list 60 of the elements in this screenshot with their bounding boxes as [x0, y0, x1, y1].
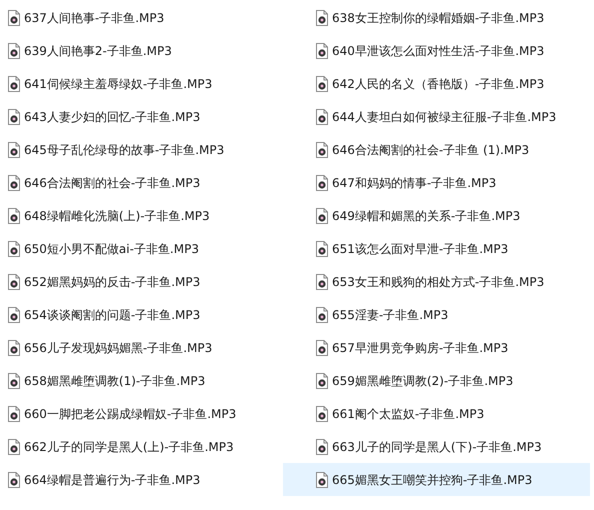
file-item[interactable]: 647和妈妈的情事-子非鱼.MP3 — [283, 166, 590, 199]
file-item[interactable]: 654谈谈阉割的问题-子非鱼.MP3 — [0, 298, 283, 331]
audio-file-icon — [8, 108, 20, 124]
audio-file-icon — [316, 306, 328, 322]
audio-file-icon — [8, 372, 20, 388]
file-item[interactable]: 638女王控制你的绿帽婚姻-子非鱼.MP3 — [283, 1, 590, 34]
audio-file-icon — [316, 142, 328, 158]
audio-file-icon — [316, 372, 328, 388]
audio-file-icon — [316, 340, 328, 356]
audio-file-icon — [316, 174, 328, 190]
audio-file-icon — [8, 76, 20, 92]
file-item[interactable]: 665媚黑女王嘲笑并控狗-子非鱼.MP3 — [283, 463, 590, 496]
audio-file-icon — [8, 306, 20, 322]
file-item[interactable]: 646合法阉割的社会-子非鱼.MP3 — [0, 166, 283, 199]
file-item[interactable]: 642人民的名义（香艳版）-子非鱼.MP3 — [283, 67, 590, 100]
audio-file-icon — [8, 42, 20, 58]
file-item[interactable]: 644人妻坦白如何被绿主征服-子非鱼.MP3 — [283, 100, 590, 133]
audio-file-icon — [8, 240, 20, 256]
file-item[interactable]: 648绿帽雌化洗脑(上)-子非鱼.MP3 — [0, 199, 283, 232]
audio-file-icon — [316, 472, 328, 488]
file-item[interactable]: 653女王和贱狗的相处方式-子非鱼.MP3 — [283, 265, 590, 298]
audio-file-icon — [316, 42, 328, 58]
audio-file-icon — [8, 406, 20, 422]
file-item[interactable]: 659媚黑雌堕调教(2)-子非鱼.MP3 — [283, 364, 590, 397]
audio-file-icon — [8, 472, 20, 488]
audio-file-icon — [316, 406, 328, 422]
file-item[interactable]: 646合法阉割的社会-子非鱼 (1).MP3 — [283, 133, 590, 166]
file-item[interactable]: 662儿子的同学是黑人(上)-子非鱼.MP3 — [0, 430, 283, 463]
audio-file-icon — [316, 274, 328, 290]
file-item[interactable]: 649绿帽和媚黑的关系-子非鱼.MP3 — [283, 199, 590, 232]
file-item[interactable]: 641伺候绿主羞辱绿奴-子非鱼.MP3 — [0, 67, 283, 100]
file-item[interactable]: 664绿帽是普遍行为-子非鱼.MP3 — [0, 463, 283, 496]
file-item[interactable]: 640早泄该怎么面对性生活-子非鱼.MP3 — [283, 34, 590, 67]
file-item[interactable]: 651该怎么面对早泄-子非鱼.MP3 — [283, 232, 590, 265]
file-item[interactable]: 639人间艳事2-子非鱼.MP3 — [0, 34, 283, 67]
audio-file-icon — [8, 340, 20, 356]
file-item[interactable]: 650短小男不配做ai-子非鱼.MP3 — [0, 232, 283, 265]
audio-file-icon — [8, 274, 20, 290]
audio-file-icon — [8, 438, 20, 454]
audio-file-icon — [8, 142, 20, 158]
file-item[interactable]: 637人间艳事-子非鱼.MP3 — [0, 1, 283, 34]
audio-file-icon — [8, 208, 20, 224]
file-item[interactable]: 645母子乱伦绿母的故事-子非鱼.MP3 — [0, 133, 283, 166]
file-item[interactable]: 655淫妻-子非鱼.MP3 — [283, 298, 590, 331]
file-item[interactable]: 661阉个太监奴-子非鱼.MP3 — [283, 397, 590, 430]
file-item[interactable]: 658媚黑雌堕调教(1)-子非鱼.MP3 — [0, 364, 283, 397]
file-item[interactable]: 663儿子的同学是黑人(下)-子非鱼.MP3 — [283, 430, 590, 463]
audio-file-icon — [316, 240, 328, 256]
audio-file-icon — [316, 438, 328, 454]
audio-file-icon — [316, 76, 328, 92]
file-item[interactable]: 657早泄男竞争购房-子非鱼.MP3 — [283, 331, 590, 364]
file-item[interactable]: 652媚黑妈妈的反击-子非鱼.MP3 — [0, 265, 283, 298]
audio-file-icon — [8, 174, 20, 190]
audio-file-icon — [316, 10, 328, 26]
file-item[interactable]: 656儿子发现妈妈媚黑-子非鱼.MP3 — [0, 331, 283, 364]
audio-file-icon — [8, 10, 20, 26]
file-item[interactable]: 643人妻少妇的回忆-子非鱼.MP3 — [0, 100, 283, 133]
file-item[interactable]: 660一脚把老公踢成绿帽奴-子非鱼.MP3 — [0, 397, 283, 430]
audio-file-icon — [316, 108, 328, 124]
audio-file-icon — [316, 208, 328, 224]
